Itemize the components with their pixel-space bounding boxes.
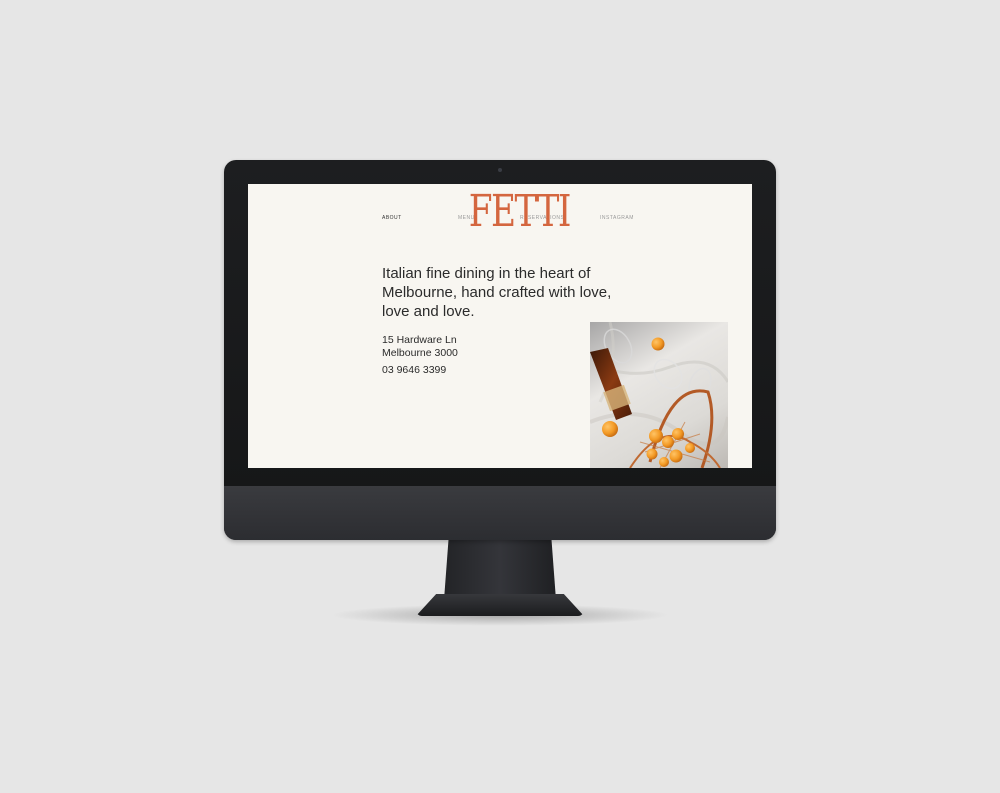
hero-headline: Italian fine dining in the heart of Melb… <box>382 265 612 320</box>
address-block: 15 Hardware Ln Melbourne 3000 <box>382 334 458 360</box>
camera-icon <box>498 168 502 172</box>
monitor-chin <box>224 486 776 540</box>
monitor-stand-base <box>416 594 584 616</box>
nav-instagram[interactable]: INSTAGRAM <box>600 215 634 221</box>
phone-number[interactable]: 03 9646 3399 <box>382 364 446 377</box>
fetti-logo[interactable]: FETTI <box>469 187 572 237</box>
website-screen: ABOUT MENU RESERVATIONS INSTAGRAM FETTI … <box>248 184 752 468</box>
address-street: 15 Hardware Ln <box>382 334 457 346</box>
apricots-and-wine-image <box>590 322 728 468</box>
nav-about[interactable]: ABOUT <box>382 215 402 221</box>
monitor-stand <box>444 540 556 600</box>
address-city: Melbourne 3000 <box>382 347 458 359</box>
food-photo <box>590 322 728 468</box>
